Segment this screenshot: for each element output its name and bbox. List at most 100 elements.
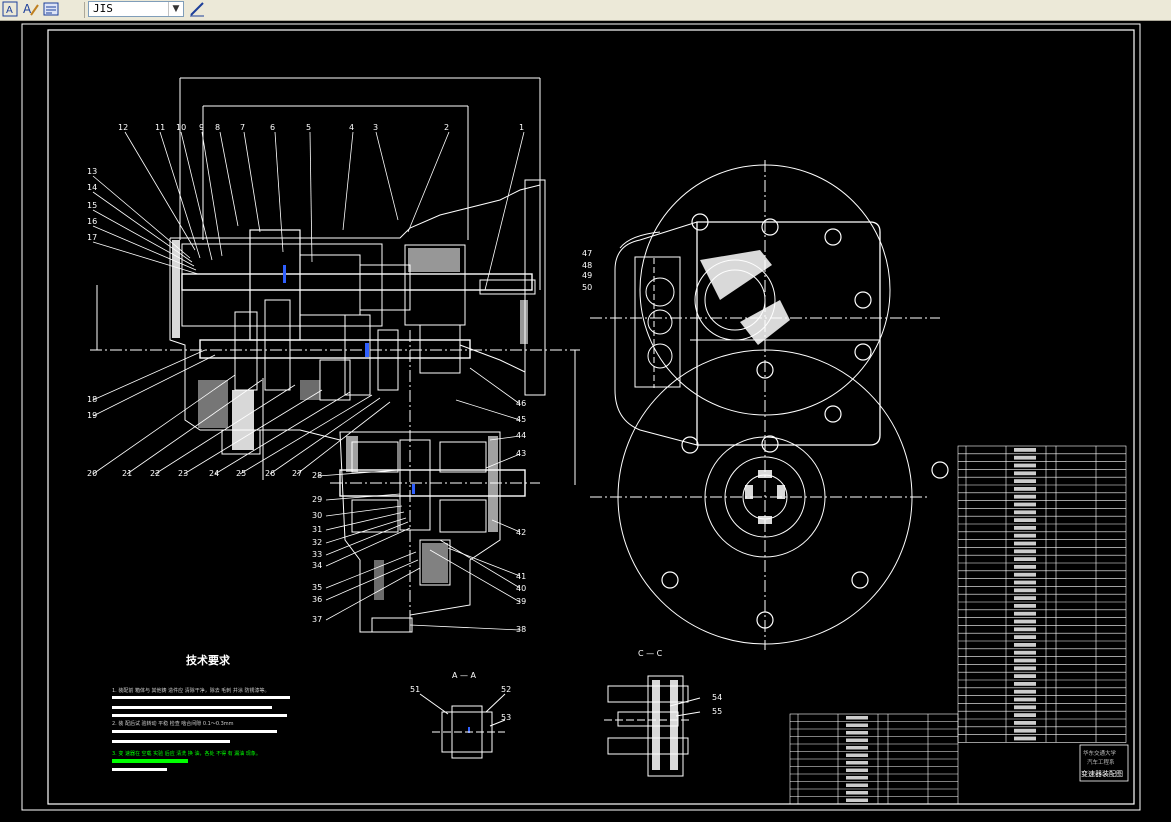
chevron-down-icon[interactable]: ▼ — [168, 2, 183, 16]
part-number-label: 39 — [516, 597, 526, 606]
part-number-label: 43 — [516, 449, 526, 458]
part-number-label: 24 — [209, 469, 219, 478]
part-number-label: 5 — [306, 123, 311, 132]
table-cell — [1014, 666, 1036, 671]
text-style-icon[interactable]: A — [2, 1, 20, 18]
table-cell — [1014, 518, 1036, 522]
table-cell — [1014, 596, 1036, 600]
table-cell — [846, 753, 868, 757]
bolt-hole — [824, 228, 842, 246]
part-number-label: 44 — [516, 431, 526, 440]
title-dept: 汽车工程系 — [1087, 758, 1115, 766]
table-cell — [846, 761, 868, 765]
part-number-label: 21 — [122, 469, 132, 478]
title-drawing-name: 变速器装配图 — [1081, 769, 1123, 778]
main-section-view — [90, 77, 580, 633]
part-number-label: 30 — [312, 511, 322, 520]
table-cell — [1014, 565, 1036, 569]
side-view-bolts — [661, 213, 949, 629]
part-number-label: 9 — [199, 123, 204, 132]
part-number-label: 11 — [155, 123, 165, 132]
toolbar-separator — [84, 2, 85, 18]
table-cell — [1014, 650, 1036, 655]
part-number-label: 12 — [118, 123, 128, 132]
table-cell — [1014, 697, 1036, 702]
part-number-label: 2 — [444, 123, 449, 132]
section-cc-label: C — C — [638, 649, 663, 658]
part-number-label: 34 — [312, 561, 322, 570]
title-school: 华东交通大学 — [1083, 749, 1117, 757]
bolt-hole — [931, 461, 949, 479]
drawing-canvas[interactable]: 12 11 10 9 8 7 6 5 4 3 2 1 13 14 15 16 17 18 19 20 21 22 23 24 2… — [0, 21, 1171, 822]
table-cell — [1014, 572, 1036, 577]
text-window-icon[interactable] — [42, 1, 60, 18]
bolt-hole — [761, 435, 779, 453]
parts-list-table — [957, 445, 1127, 743]
part-number-label: 49 — [582, 271, 592, 280]
tech-req-line-1: 1. 装配前 箱体与 其他铸 造件应 清除干净，除去 毛刺 并涂 防锈漆等。 — [112, 687, 270, 694]
part-number-label: 16 — [87, 217, 97, 226]
part-number-label: 6 — [270, 123, 275, 132]
table-cell — [1014, 479, 1036, 483]
bolt-hole — [851, 571, 869, 589]
part-number-label: 26 — [265, 469, 275, 478]
table-cell — [1014, 541, 1036, 546]
bolt-hole — [824, 405, 842, 423]
text-style-value: JIS — [93, 2, 113, 15]
edit-text-icon[interactable]: A — [22, 1, 40, 18]
table-cell — [846, 746, 868, 750]
part-number-label: 55 — [712, 707, 722, 716]
table-cell — [1014, 533, 1036, 538]
table-cell — [1014, 658, 1036, 663]
part-number-label: 3 — [373, 123, 378, 132]
part-number-label: 17 — [87, 233, 97, 242]
table-cell — [1014, 728, 1036, 733]
part-number-label: 13 — [87, 167, 97, 176]
style-manager-icon[interactable] — [188, 1, 206, 18]
part-number-label: 20 — [87, 469, 97, 478]
table-cell — [1014, 635, 1036, 639]
tech-req-line-2: 2. 装 配后试 验转动 平稳 检查 啮合间隙 0.1～0.3mm — [112, 720, 234, 727]
part-number-label: 51 — [410, 685, 420, 694]
part-number-label: 32 — [312, 538, 322, 547]
part-number-label: 8 — [215, 123, 220, 132]
parts-list-bottom — [789, 713, 959, 805]
part-number-label: 33 — [312, 550, 322, 559]
part-number-label: 37 — [312, 615, 322, 624]
part-number-label: 18 — [87, 395, 97, 404]
section-aa-label: A — A — [452, 671, 477, 680]
table-cell — [1014, 526, 1036, 530]
cad-drawing: 12 11 10 9 8 7 6 5 4 3 2 11314151617181920 21 22 23 24 2… — [21, 23, 1141, 811]
table-cell — [1014, 557, 1036, 561]
table-cell — [1014, 627, 1036, 632]
table-cell — [846, 783, 868, 787]
table-cell — [846, 716, 868, 720]
text-style-dropdown[interactable]: JIS ▼ — [88, 1, 184, 17]
tech-req-title: 技术要求 — [186, 653, 231, 667]
table-cell — [1014, 689, 1036, 694]
part-number-label: 41 — [516, 572, 526, 581]
table-cell — [1014, 494, 1036, 499]
table-cell — [846, 768, 868, 772]
table-cell — [1014, 736, 1036, 741]
side-view-hatching — [700, 250, 790, 524]
part-number-label: 38 — [516, 625, 526, 634]
part-number-label: 54 — [712, 693, 722, 702]
table-cell — [1014, 471, 1036, 476]
part-number-label: 10 — [176, 123, 186, 132]
part-number-label: 42 — [516, 528, 526, 537]
part-number-label: 48 — [582, 261, 592, 270]
table-cell — [1014, 682, 1036, 686]
table-cell — [846, 776, 868, 780]
table-cell — [1014, 611, 1036, 616]
part-number-label: 52 — [501, 685, 511, 694]
table-cell — [1014, 487, 1036, 491]
table-cell — [1014, 510, 1036, 515]
table-cell — [1014, 463, 1036, 468]
table-cell — [1014, 713, 1036, 717]
part-number-label: 29 — [312, 495, 322, 504]
part-number-label: 50 — [582, 283, 592, 292]
table-cell — [1014, 643, 1036, 647]
table-cell — [1014, 502, 1036, 507]
tech-req-line-3: 3. 变 速器在 空载 实验 后应 清洗 换 油，各处 不得 有 漏油 现象。 — [112, 750, 261, 757]
